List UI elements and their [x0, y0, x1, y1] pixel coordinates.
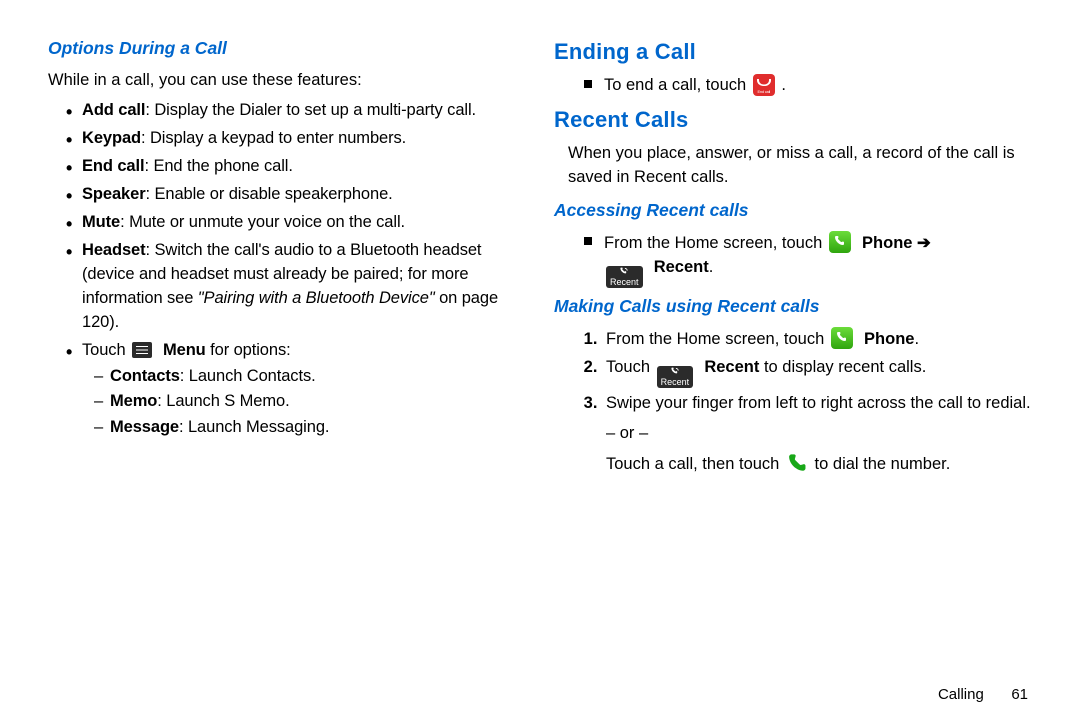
call-handset-icon	[786, 452, 808, 474]
left-column: Options During a Call While in a call, y…	[48, 36, 526, 680]
feature-mute: Mute: Mute or unmute your voice on the c…	[66, 211, 526, 235]
feature-keypad: Keypad: Display a keypad to enter number…	[66, 127, 526, 151]
step-2: Touch Recent Recent to display recent ca…	[602, 356, 1032, 388]
recent-tab-icon: Recent	[606, 266, 643, 288]
feature-touch-menu: Touch Menu for options: Contacts: Launch…	[66, 339, 526, 441]
page-footer: Calling 61	[0, 680, 1080, 703]
cross-reference: "Pairing with a Bluetooth Device"	[198, 289, 435, 307]
footer-section: Calling	[938, 686, 984, 703]
or-divider: – or –	[606, 422, 1032, 446]
phone-app-icon	[829, 231, 851, 253]
page-body: Options During a Call While in a call, y…	[0, 0, 1080, 680]
menu-options-list: Contacts: Launch Contacts. Memo: Launch …	[82, 365, 526, 441]
ending-call-step: To end a call, touch .	[554, 74, 1032, 98]
subheading-accessing-recent: Accessing Recent calls	[554, 198, 1032, 223]
menu-icon	[132, 342, 152, 358]
recent-calls-intro: When you place, answer, or miss a call, …	[554, 142, 1032, 190]
right-column: Ending a Call To end a call, touch . Rec…	[554, 36, 1032, 680]
accessing-recent-item: From the Home screen, touch Phone ➔ Rece…	[584, 231, 1032, 288]
feature-headset: Headset: Switch the call's audio to a Bl…	[66, 239, 526, 335]
menu-option-contacts: Contacts: Launch Contacts.	[94, 365, 526, 389]
feature-list: Add call: Display the Dialer to set up a…	[48, 99, 526, 440]
recent-tab-icon: Recent	[657, 366, 694, 388]
feature-end-call: End call: End the phone call.	[66, 155, 526, 179]
end-call-icon	[753, 74, 775, 96]
menu-option-memo: Memo: Launch S Memo.	[94, 390, 526, 414]
step-3: Swipe your finger from left to right acr…	[602, 392, 1032, 477]
intro-text: While in a call, you can use these featu…	[48, 69, 526, 93]
footer-page-number: 61	[988, 686, 1028, 703]
subheading-options-during-call: Options During a Call	[48, 36, 526, 61]
menu-option-message: Message: Launch Messaging.	[94, 416, 526, 440]
feature-speaker: Speaker: Enable or disable speakerphone.	[66, 183, 526, 207]
phone-app-icon	[831, 327, 853, 349]
heading-recent-calls: Recent Calls	[554, 104, 1032, 136]
making-calls-steps: From the Home screen, touch Phone. Touch…	[554, 327, 1032, 477]
accessing-recent-steps: From the Home screen, touch Phone ➔ Rece…	[554, 231, 1032, 288]
heading-ending-a-call: Ending a Call	[554, 36, 1032, 68]
feature-add-call: Add call: Display the Dialer to set up a…	[66, 99, 526, 123]
ending-call-item: To end a call, touch .	[584, 74, 1032, 98]
subheading-making-calls-recent: Making Calls using Recent calls	[554, 294, 1032, 319]
step-1: From the Home screen, touch Phone.	[602, 327, 1032, 352]
